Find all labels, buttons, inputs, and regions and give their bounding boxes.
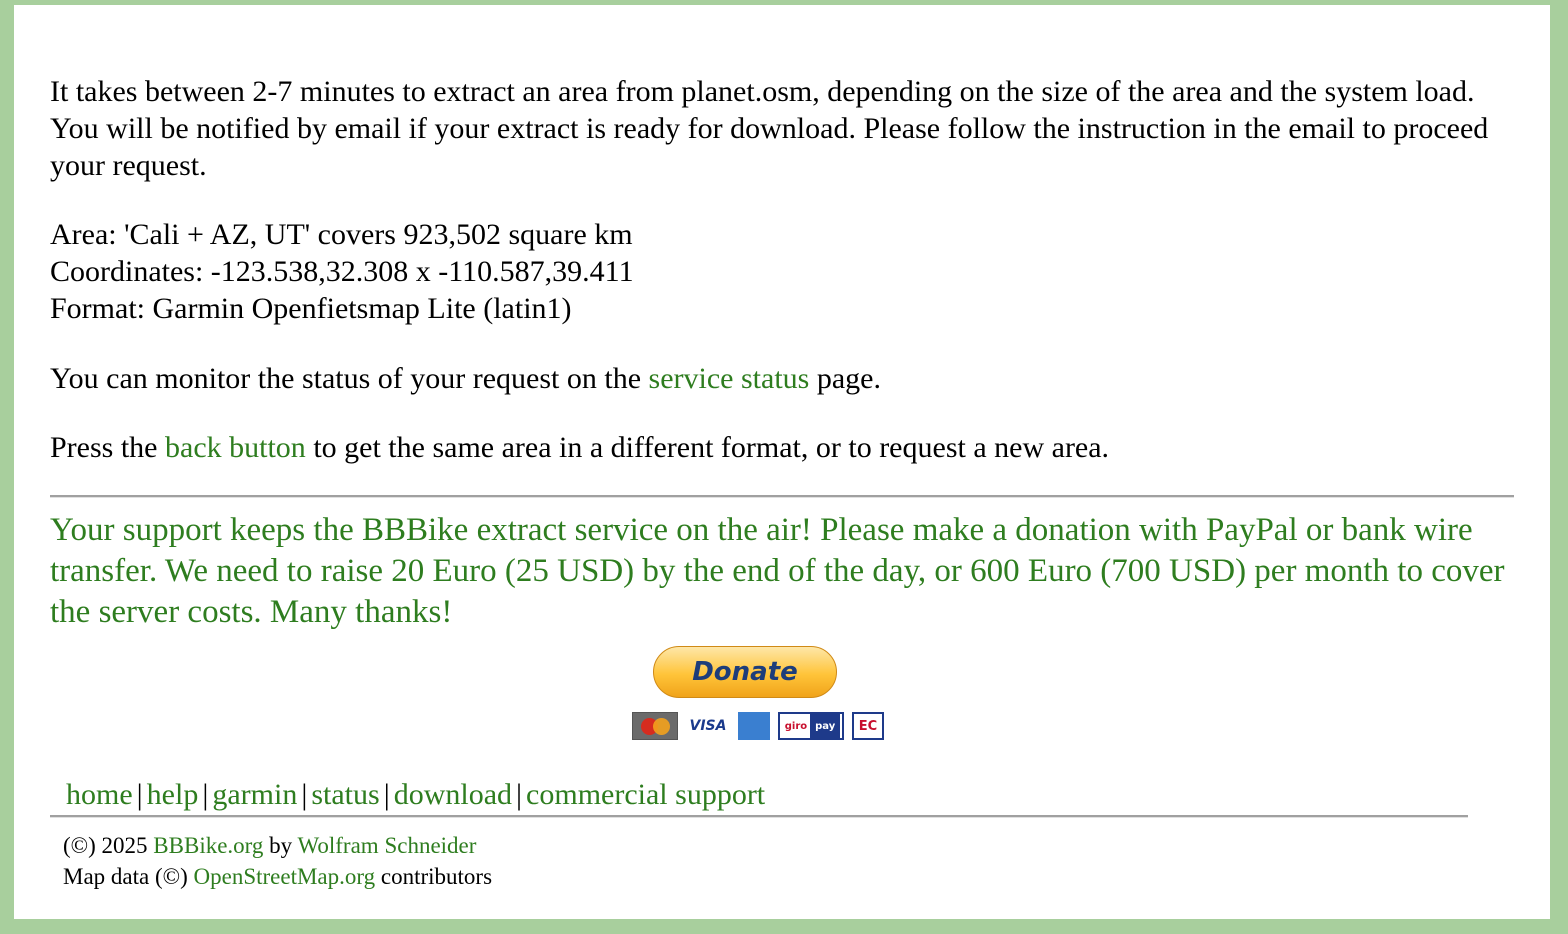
support-message: Your support keeps the BBBike extract se… (50, 512, 1505, 630)
intro-paragraph: It takes between 2-7 minutes to extract … (50, 75, 1489, 182)
divider (50, 495, 1514, 498)
donate-section: Donate VISA giro pay EC (632, 646, 884, 742)
visa-icon: VISA (689, 718, 727, 734)
back-paragraph: Press the back button to get the same ar… (50, 429, 1109, 466)
nav-garmin-link[interactable]: garmin (212, 778, 297, 811)
bbbike-link[interactable]: BBBike.org (153, 833, 263, 858)
author-link[interactable]: Wolfram Schneider (298, 833, 477, 858)
by-text: by (263, 833, 298, 858)
nav-commercial-support-link[interactable]: commercial support (526, 778, 765, 811)
openstreetmap-link[interactable]: OpenStreetMap.org (194, 864, 376, 889)
footer-divider (50, 815, 1468, 818)
nav-separator: | (136, 778, 143, 811)
format-line: Format: Garmin Openfietsmap Lite (latin1… (50, 292, 572, 325)
coordinates-line: Coordinates: -123.538,32.308 x -110.587,… (50, 255, 634, 288)
donate-button[interactable]: Donate (653, 646, 837, 698)
monitor-prefix: You can monitor the status of your reque… (50, 362, 649, 395)
mastercard-icon (632, 712, 678, 740)
nav-separator: | (202, 778, 209, 811)
back-button-link[interactable]: back button (165, 431, 306, 464)
copyright-text: (©) 2025 (63, 833, 154, 858)
monitor-suffix: page. (809, 362, 881, 395)
nav-status-link[interactable]: status (311, 778, 379, 811)
nav-download-link[interactable]: download (394, 778, 512, 811)
page-panel: It takes between 2-7 minutes to extract … (14, 5, 1550, 919)
monitor-paragraph: You can monitor the status of your reque… (50, 360, 881, 397)
service-status-link[interactable]: service status (649, 362, 810, 395)
back-prefix: Press the (50, 431, 165, 464)
area-line: Area: 'Cali + AZ, UT' covers 923,502 squ… (50, 218, 633, 251)
amex-icon (738, 712, 770, 740)
nav-separator: | (383, 778, 390, 811)
back-suffix: to get the same area in a different form… (305, 431, 1110, 464)
contributors-text: contributors (375, 864, 493, 889)
copyright-footer: (©) 2025 BBBike.org by Wolfram Schneider… (63, 830, 492, 892)
footer-nav: home | help | garmin | status | download | commerc… (66, 776, 765, 813)
giropay-pay-text: pay (810, 714, 841, 738)
nav-separator: | (516, 778, 523, 811)
map-data-text: Map data (©) (63, 864, 194, 889)
nav-help-link[interactable]: help (147, 778, 199, 811)
nav-separator: | (301, 778, 308, 811)
giropay-icon: giro pay (778, 712, 844, 740)
giropay-giro-text: giro (784, 720, 808, 732)
extract-details: Area: 'Cali + AZ, UT' covers 923,502 squ… (50, 216, 634, 327)
ec-card-icon: EC (852, 712, 884, 740)
nav-home-link[interactable]: home (66, 778, 133, 811)
payment-cards: VISA giro pay EC (632, 710, 884, 742)
